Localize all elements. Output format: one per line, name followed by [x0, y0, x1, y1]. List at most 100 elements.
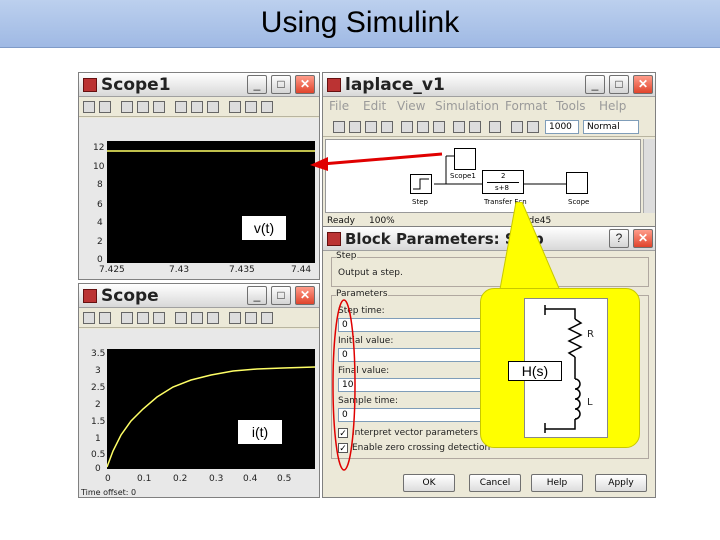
menu-tools[interactable]: Tools — [556, 99, 586, 113]
zoom-x-icon[interactable] — [137, 312, 149, 324]
scope1-xtick-1: 7.43 — [169, 265, 190, 275]
zoom-x-icon[interactable] — [137, 101, 149, 113]
undo-icon[interactable] — [453, 121, 465, 133]
scope1-ytick-1: 10 — [93, 162, 105, 172]
scope-toolbar — [79, 308, 319, 328]
play-icon[interactable] — [511, 121, 523, 133]
print-icon[interactable] — [83, 312, 95, 324]
menu-edit[interactable]: Edit — [363, 99, 386, 113]
signal-select-icon[interactable] — [261, 312, 273, 324]
transfer-fcn-block[interactable]: 2 s+8 — [482, 170, 524, 194]
open-icon[interactable] — [349, 121, 361, 133]
scope-titlebar[interactable]: Scope _ □ ✕ — [79, 284, 319, 308]
scope-window: Scope _ □ ✕ 3.5 3 2.5 2 1.5 1 0.5 0 0 0.… — [78, 283, 320, 498]
help-button[interactable]: Help — [531, 474, 583, 492]
maximize-icon[interactable]: □ — [609, 75, 629, 94]
close-icon[interactable]: ✕ — [295, 286, 315, 305]
zoom-icon[interactable] — [121, 101, 133, 113]
menu-help[interactable]: Help — [599, 99, 626, 113]
scope1-ytick-0: 12 — [93, 143, 105, 153]
scope-block[interactable] — [566, 172, 588, 194]
simulink-app-icon — [327, 232, 341, 246]
callout-pointer-svg — [497, 202, 565, 301]
inductor-label: L — [587, 397, 593, 408]
apply-button[interactable]: Apply — [595, 474, 647, 492]
cut-icon[interactable] — [401, 121, 413, 133]
zoom-icon[interactable] — [121, 312, 133, 324]
scope1-ytick-2: 8 — [97, 180, 103, 190]
save-axes-icon[interactable] — [191, 101, 203, 113]
scope1-toolbar — [79, 97, 319, 117]
step-block-label: Step — [412, 198, 428, 206]
scope1-ytick-4: 4 — [97, 218, 103, 228]
float-icon[interactable] — [229, 312, 241, 324]
stop-time-input[interactable]: 1000 — [545, 120, 579, 134]
minimize-icon[interactable]: _ — [585, 75, 605, 94]
status-ready: Ready — [327, 216, 355, 226]
signal-select-icon[interactable] — [261, 101, 273, 113]
model-title: laplace_v1 — [345, 75, 445, 95]
scope-title: Scope — [101, 286, 159, 306]
zoom-y-icon[interactable] — [153, 101, 165, 113]
scope-xtick-3: 0.3 — [209, 474, 224, 484]
parameters-icon[interactable] — [99, 312, 111, 324]
minimize-icon[interactable]: _ — [247, 286, 267, 305]
slide-header: Using Simulink — [0, 0, 720, 48]
menu-view[interactable]: View — [397, 99, 425, 113]
print-icon[interactable] — [83, 101, 95, 113]
redo-icon[interactable] — [469, 121, 481, 133]
scope-trace — [106, 366, 316, 468]
save-axes-icon[interactable] — [191, 312, 203, 324]
close-icon[interactable]: ✕ — [295, 75, 315, 94]
scope1-window: Scope1 _ □ ✕ 12 10 8 6 4 2 0 7.425 7.43 … — [78, 72, 320, 280]
close-icon[interactable]: ✕ — [633, 75, 653, 94]
new-icon[interactable] — [333, 121, 345, 133]
print-icon[interactable] — [381, 121, 393, 133]
scope-xtick-2: 0.2 — [173, 474, 188, 484]
arrow-head-icon — [310, 157, 328, 171]
paste-icon[interactable] — [433, 121, 445, 133]
restore-axes-icon[interactable] — [207, 101, 219, 113]
scope-status: Time offset: 0 — [81, 488, 137, 497]
menu-simulation[interactable]: Simulation — [435, 99, 499, 113]
lock-icon[interactable] — [245, 312, 257, 324]
sim-mode-select[interactable]: Normal — [583, 120, 639, 134]
scope-ytick-7: 0 — [95, 464, 101, 474]
scope-xtick-4: 0.4 — [243, 474, 258, 484]
minimize-icon[interactable]: _ — [247, 75, 267, 94]
scope-ytick-3: 2 — [95, 400, 101, 410]
scope-trace-svg — [106, 366, 316, 468]
slide-title: Using Simulink — [260, 6, 460, 39]
menu-file[interactable]: File — [329, 99, 349, 113]
cancel-button[interactable]: Cancel — [469, 474, 521, 492]
scope-ytick-2: 2.5 — [91, 383, 106, 393]
zoom-y-icon[interactable] — [153, 312, 165, 324]
scope-xtick-0: 0 — [105, 474, 111, 484]
scope1-ytick-3: 6 — [97, 200, 103, 210]
hs-label: H(s) — [508, 361, 562, 381]
maximize-icon[interactable]: □ — [271, 286, 291, 305]
step-description: Output a step. — [338, 268, 403, 278]
scope1-titlebar[interactable]: Scope1 _ □ ✕ — [79, 73, 319, 97]
stop-icon[interactable] — [527, 121, 539, 133]
scope1-ytick-5: 2 — [97, 237, 103, 247]
save-icon[interactable] — [365, 121, 377, 133]
autoscale-icon[interactable] — [175, 101, 187, 113]
scope-plot — [106, 349, 316, 469]
maximize-icon[interactable]: □ — [271, 75, 291, 94]
lock-icon[interactable] — [245, 101, 257, 113]
copy-icon[interactable] — [417, 121, 429, 133]
model-titlebar[interactable]: laplace_v1 _ □ ✕ — [323, 73, 655, 97]
red-arrow-line — [321, 152, 443, 166]
build-icon[interactable] — [489, 121, 501, 133]
scope-xtick-1: 0.1 — [137, 474, 152, 484]
autoscale-icon[interactable] — [175, 312, 187, 324]
ok-button[interactable]: OK — [403, 474, 455, 492]
restore-axes-icon[interactable] — [207, 312, 219, 324]
scope1-xtick-3: 7.44 — [291, 265, 312, 275]
float-icon[interactable] — [229, 101, 241, 113]
menu-format[interactable]: Format — [505, 99, 547, 113]
parameters-icon[interactable] — [99, 101, 111, 113]
scope-ytick-5: 1 — [95, 434, 101, 444]
red-arrow-svg — [310, 152, 443, 171]
